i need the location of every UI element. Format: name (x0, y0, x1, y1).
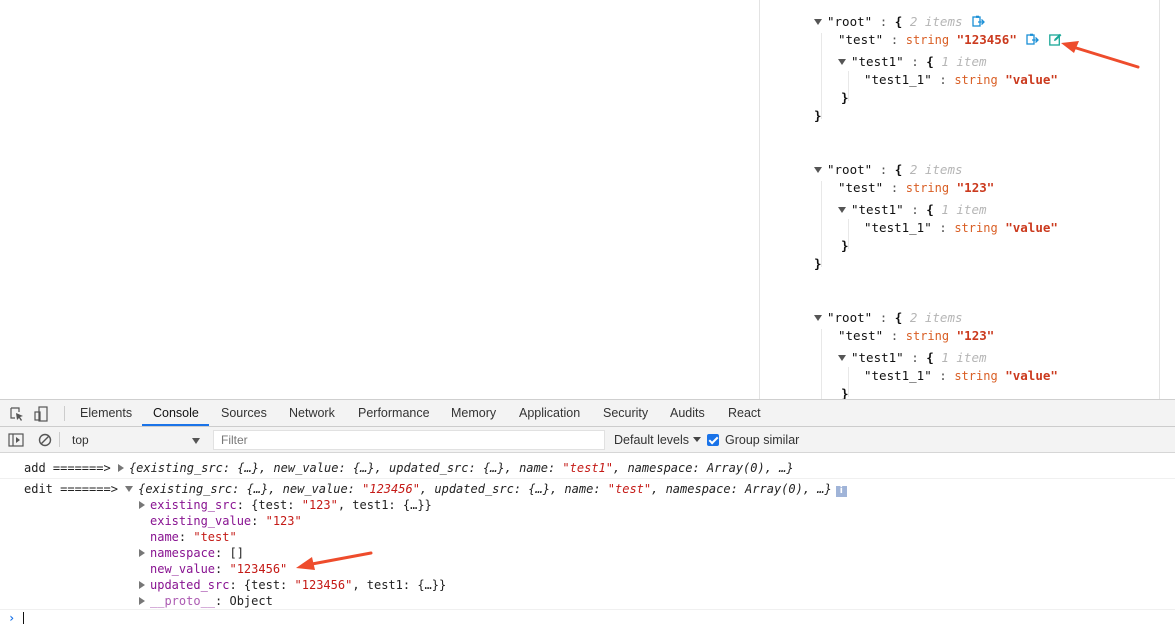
expand-toggle-icon[interactable] (139, 549, 145, 557)
context-select[interactable]: top (64, 430, 206, 450)
prop-proto[interactable]: __proto__: Object (139, 593, 273, 609)
test1-node[interactable]: "test1" : { 1 item (838, 201, 987, 219)
console-prompt-icon: › (8, 611, 16, 624)
prop-namespace[interactable]: namespace: [] (139, 545, 244, 561)
console-toolbar: top Default levels Group similar (0, 427, 1175, 453)
tab-console[interactable]: Console (153, 400, 199, 427)
root-node[interactable]: "root" : { 2 items (814, 309, 963, 327)
prop-new-value: new_value: "123456" (150, 562, 288, 576)
group-similar-label: Group similar (725, 433, 800, 447)
collapse-toggle-icon[interactable] (838, 59, 846, 65)
closing-brace: } (814, 108, 822, 123)
expand-toggle-icon[interactable] (139, 597, 145, 605)
clear-console-icon[interactable] (37, 432, 53, 448)
copy-icon[interactable] (972, 15, 985, 28)
test-node[interactable]: "test" : string "123" (838, 179, 994, 197)
tab-react[interactable]: React (728, 400, 761, 427)
info-icon[interactable]: i (835, 486, 847, 497)
console-output: add =======> {existing_src: {…}, new_val… (0, 453, 1175, 624)
inspect-element-icon[interactable] (9, 406, 25, 422)
sidebar-toggle-icon[interactable] (8, 432, 24, 448)
prop-existing-src[interactable]: existing_src: {test: "123", test1: {…}} (139, 497, 432, 513)
expand-toggle-icon[interactable] (139, 581, 145, 589)
console-message-edit[interactable]: edit =======> {existing_src: {…}, new_va… (24, 481, 847, 497)
prop-name: name: "test" (150, 530, 237, 544)
test1-node[interactable]: "test1" : { 1 item (838, 349, 987, 367)
arrow-to-new-value (296, 551, 373, 570)
devtools-panel: Elements Console Sources Network Perform… (0, 399, 1175, 624)
closing-brace: } (841, 238, 849, 253)
expand-toggle-icon[interactable] (139, 501, 145, 509)
test-value: "123456" (956, 32, 1017, 47)
tab-memory[interactable]: Memory (451, 400, 496, 427)
expand-toggle-icon[interactable] (117, 464, 124, 472)
tab-security[interactable]: Security (603, 400, 648, 427)
console-input-cursor[interactable] (23, 612, 24, 624)
console-message-add[interactable]: add =======> {existing_src: {…}, new_val… (24, 460, 794, 476)
devtools-tabbar: Elements Console Sources Network Perform… (0, 400, 1175, 427)
prop-existing-value: existing_value: "123" (150, 514, 302, 528)
tab-application[interactable]: Application (519, 400, 580, 427)
group-similar-checkbox[interactable] (707, 434, 719, 446)
log-levels-dropdown[interactable]: Default levels (614, 427, 702, 453)
test1-node[interactable]: "test1" : { 1 item (838, 53, 987, 71)
root-node[interactable]: "root" : { 2 items (814, 161, 963, 179)
arrow-to-edit-icon (1061, 41, 1140, 69)
collapse-toggle-icon[interactable] (814, 315, 822, 321)
closing-brace: } (841, 386, 849, 399)
active-tab-indicator (142, 424, 209, 426)
tab-audits[interactable]: Audits (670, 400, 705, 427)
test1-1-node[interactable]: "test1_1" : string "value" (864, 71, 1058, 89)
chevron-down-icon (693, 437, 702, 442)
collapse-toggle-icon[interactable] (125, 486, 134, 492)
collapse-toggle-icon[interactable] (814, 19, 822, 25)
tab-elements[interactable]: Elements (80, 400, 132, 427)
collapse-toggle-icon[interactable] (838, 355, 846, 361)
device-toolbar-icon[interactable] (34, 406, 50, 422)
filter-input[interactable] (213, 430, 605, 450)
prop-updated-src[interactable]: updated_src: {test: "123456", test1: {…}… (139, 577, 446, 593)
collapse-toggle-icon[interactable] (814, 167, 822, 173)
test1-1-node[interactable]: "test1_1" : string "value" (864, 219, 1058, 237)
test-node[interactable]: "test" : string "123" (838, 327, 994, 345)
root-node[interactable]: "root" : { 2 items (814, 13, 985, 31)
tab-performance[interactable]: Performance (358, 400, 430, 427)
tab-network[interactable]: Network (289, 400, 335, 427)
collapse-toggle-icon[interactable] (838, 207, 846, 213)
closing-brace: } (841, 90, 849, 105)
tab-sources[interactable]: Sources (221, 400, 267, 427)
copy-icon[interactable] (1026, 33, 1040, 46)
test-node[interactable]: "test" : string "123456" (838, 31, 1062, 49)
test1-1-node[interactable]: "test1_1" : string "value" (864, 367, 1058, 385)
chevron-down-icon (192, 438, 200, 444)
page-area: "root" : { 2 items "test" : string "1234… (0, 0, 1175, 399)
closing-brace: } (814, 256, 822, 271)
